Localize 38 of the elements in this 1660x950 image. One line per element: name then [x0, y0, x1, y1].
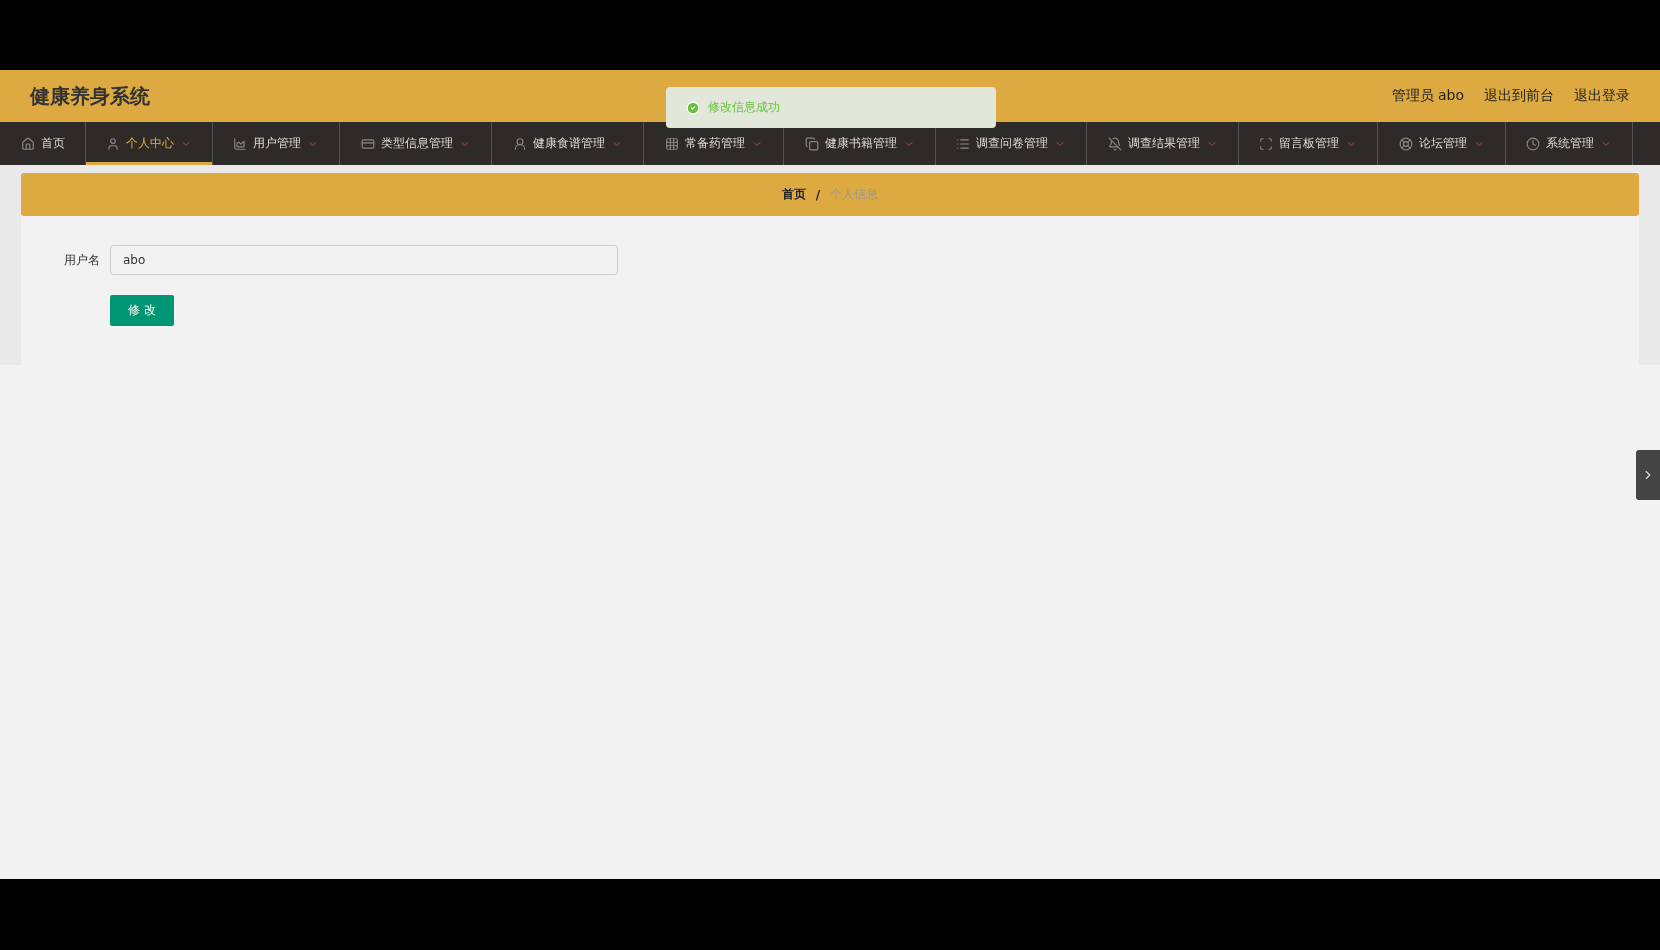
nav-label: 留言板管理 [1279, 135, 1339, 152]
header-link[interactable]: 退出到前台 [1484, 87, 1554, 105]
breadcrumb-separator: / [815, 187, 821, 202]
clock-icon [1526, 136, 1540, 151]
copy-icon [804, 136, 819, 151]
nav-label: 论坛管理 [1418, 135, 1467, 152]
breadcrumb-link[interactable]: 首页 [781, 186, 806, 203]
input-field[interactable]: abo [110, 245, 618, 275]
user-icon [106, 136, 120, 151]
nav-label: 常备药管理 [684, 135, 745, 152]
person-icon [512, 136, 527, 151]
nav-label: 调查问卷管理 [976, 135, 1048, 152]
home-icon [20, 136, 35, 151]
list-icon [956, 136, 970, 151]
nav-label: 首页 [40, 135, 65, 152]
check-icon [686, 100, 700, 115]
nav-label: 个人中心 [126, 135, 174, 152]
header-link[interactable]: 退出登录 [1574, 87, 1630, 105]
chart-icon [233, 136, 247, 151]
grid-icon [664, 136, 679, 151]
nav-label: 用户管理 [253, 135, 301, 152]
header-link[interactable]: 管理员 abo [1391, 87, 1464, 105]
app-title: 健康养身系统 [30, 82, 150, 110]
nav-label: 健康食谱管理 [532, 135, 605, 152]
toast-message: 修改信息成功 [708, 99, 780, 116]
nav-item[interactable]: 个人中心 [86, 122, 213, 165]
submit-button[interactable]: 修 改 [110, 295, 174, 326]
side-handle[interactable] [1636, 450, 1660, 500]
nav-label: 系统管理 [1546, 135, 1594, 152]
nav-label: 类型信息管理 [380, 135, 453, 152]
nav-label: 调查结果管理 [1127, 135, 1200, 152]
scan-icon [1259, 136, 1273, 151]
nav-label: 健康书籍管理 [824, 135, 897, 152]
card-icon [360, 136, 375, 151]
bell-off-icon [1107, 136, 1122, 151]
field-label: 用户名 [63, 251, 100, 269]
breadcrumb-current: 个人信息 [830, 186, 879, 203]
lifebuoy-icon [1398, 136, 1413, 151]
